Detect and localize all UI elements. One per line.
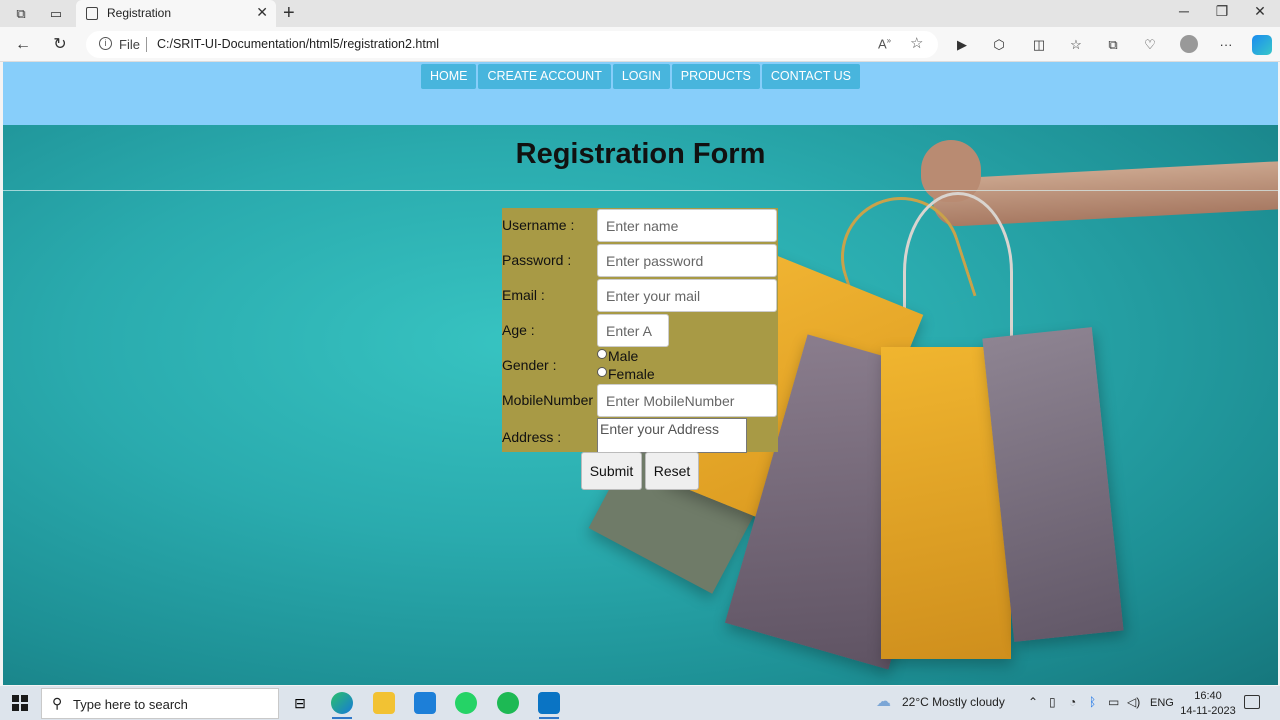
search-icon: ⚲ — [52, 695, 63, 711]
main-nav: HOME CREATE ACCOUNT LOGIN PRODUCTS CONTACT U… — [3, 64, 1278, 89]
male-radio[interactable] — [597, 349, 607, 359]
close-tab-icon[interactable]: ✕ — [256, 4, 268, 21]
info-icon[interactable]: i — [99, 37, 112, 50]
volume-icon[interactable]: ◁) — [1127, 695, 1140, 709]
page-icon — [86, 7, 98, 20]
email-label: Email : — [502, 287, 545, 303]
tab-actions-icon[interactable]: ▭ — [47, 5, 65, 23]
file-explorer-icon[interactable] — [373, 692, 395, 714]
play-icon[interactable]: ▶ — [953, 36, 971, 54]
age-label: Age : — [502, 322, 535, 338]
web-page: HOME CREATE ACCOUNT LOGIN PRODUCTS CONTACT U… — [3, 62, 1278, 685]
nav-band: HOME CREATE ACCOUNT LOGIN PRODUCTS CONTACT U… — [3, 62, 1278, 125]
mobile-input[interactable] — [597, 384, 777, 417]
bag-handle — [903, 192, 1013, 352]
taskbar-clock[interactable]: 16:40 14-11-2023 — [1180, 689, 1236, 719]
password-label: Password : — [502, 252, 572, 268]
favorite-star-icon[interactable]: ☆ — [910, 34, 923, 52]
address-url[interactable]: C:/SRIT-UI-Documentation/html5/registrat… — [157, 37, 439, 51]
address-row: Address : — [502, 418, 778, 453]
registration-form: Username : Password : Email : Age : Gend… — [502, 208, 778, 453]
address-label: Address : — [502, 429, 562, 445]
username-row: Username : — [502, 208, 778, 243]
nav-login[interactable]: LOGIN — [612, 64, 670, 89]
address-bar[interactable]: i File C:/SRIT-UI-Documentation/html5/re… — [86, 31, 938, 58]
weather-icon[interactable]: ☁ — [876, 692, 891, 710]
age-row: Age : — [502, 313, 778, 348]
nav-create-account[interactable]: CREATE ACCOUNT — [478, 64, 611, 89]
nav-home[interactable]: HOME — [420, 64, 477, 89]
nav-contact-us[interactable]: CONTACT US — [761, 64, 861, 89]
email-input[interactable] — [597, 279, 777, 312]
language-indicator[interactable]: ENG — [1150, 697, 1174, 709]
address-scheme: File — [119, 37, 140, 52]
read-aloud-icon[interactable]: A» — [878, 36, 891, 51]
split-screen-icon[interactable]: ◫ — [1030, 36, 1048, 54]
copilot-icon[interactable] — [1252, 35, 1272, 55]
notifications-icon[interactable] — [1244, 695, 1260, 709]
submit-button[interactable]: Submit — [581, 452, 642, 490]
new-tab-icon[interactable]: + — [283, 2, 295, 24]
female-label: Female — [608, 366, 655, 382]
refresh-icon[interactable]: ↻ — [50, 35, 70, 55]
username-label: Username : — [502, 217, 575, 233]
collections-icon[interactable]: ⧉ — [1104, 36, 1122, 54]
taskbar-search-placeholder: Type here to search — [73, 697, 188, 712]
bluetooth-icon[interactable]: ᛒ — [1089, 695, 1096, 709]
weather-text[interactable]: 22°C Mostly cloudy — [902, 695, 1005, 709]
taskbar-search[interactable]: ⚲ Type here to search — [41, 688, 279, 719]
gender-male-option[interactable]: Male — [597, 348, 638, 364]
extensions-icon[interactable]: ⬡ — [990, 36, 1008, 54]
workspaces-icon[interactable]: ⧉ — [12, 5, 30, 23]
reset-button[interactable]: Reset — [645, 452, 699, 490]
windows-taskbar: ⚲ Type here to search ⊟ ☁ 22°C Mostly cl… — [0, 686, 1280, 720]
battery-icon[interactable]: ▭ — [1108, 695, 1119, 709]
page-title: Registration Form — [515, 138, 766, 170]
mobile-label: MobileNumber : — [502, 392, 601, 408]
browser-essentials-icon[interactable]: ♡ — [1141, 36, 1159, 54]
tab-title: Registration — [107, 6, 172, 20]
device-icon[interactable]: ▯ — [1049, 695, 1056, 709]
restore-icon[interactable]: ❐ — [1212, 3, 1232, 20]
close-window-icon[interactable]: ✕ — [1250, 3, 1270, 20]
gender-label: Gender : — [502, 357, 557, 373]
active-app-indicator — [332, 717, 352, 719]
password-input[interactable] — [597, 244, 777, 277]
password-row: Password : — [502, 243, 778, 278]
vscode-icon[interactable] — [538, 692, 560, 714]
profile-avatar[interactable] — [1180, 35, 1198, 53]
edge-icon[interactable] — [331, 692, 353, 714]
clock-time: 16:40 — [1194, 690, 1222, 702]
nav-products[interactable]: PRODUCTS — [671, 64, 760, 89]
mail-icon[interactable] — [414, 692, 436, 714]
age-input[interactable] — [597, 314, 669, 347]
title-divider — [3, 190, 1278, 191]
whatsapp-icon[interactable] — [455, 692, 477, 714]
minimize-icon[interactable]: ─ — [1174, 3, 1194, 19]
male-label: Male — [608, 348, 639, 364]
windows-start-icon[interactable] — [12, 695, 28, 711]
mobile-row: MobileNumber : — [502, 383, 778, 418]
spotify-icon[interactable] — [497, 692, 519, 714]
active-app-indicator — [539, 717, 559, 719]
email-row: Email : — [502, 278, 778, 313]
back-icon[interactable]: ← — [13, 35, 33, 55]
female-radio[interactable] — [597, 367, 607, 377]
gender-female-option[interactable]: Female — [597, 366, 655, 382]
username-input[interactable] — [597, 209, 777, 242]
address-toolbar: ← ↻ i File C:/SRIT-UI-Documentation/html… — [0, 27, 1280, 62]
gender-row: Gender : Male Female — [502, 348, 778, 383]
browser-tab-bar: ⧉ ▭ Registration ✕ + ─ ❐ ✕ — [0, 0, 1280, 27]
clock-date: 14-11-2023 — [1180, 705, 1236, 717]
favorites-icon[interactable]: ☆ — [1067, 36, 1085, 54]
browser-tab[interactable]: Registration ✕ — [76, 0, 276, 27]
address-textarea[interactable] — [597, 418, 747, 453]
task-view-icon[interactable]: ⊟ — [289, 692, 311, 714]
network-icon[interactable]: ◔ — [1069, 695, 1076, 709]
more-options-icon[interactable]: ··· — [1217, 36, 1235, 54]
show-hidden-icons[interactable]: ⌃ — [1028, 695, 1038, 709]
address-divider — [146, 37, 147, 52]
